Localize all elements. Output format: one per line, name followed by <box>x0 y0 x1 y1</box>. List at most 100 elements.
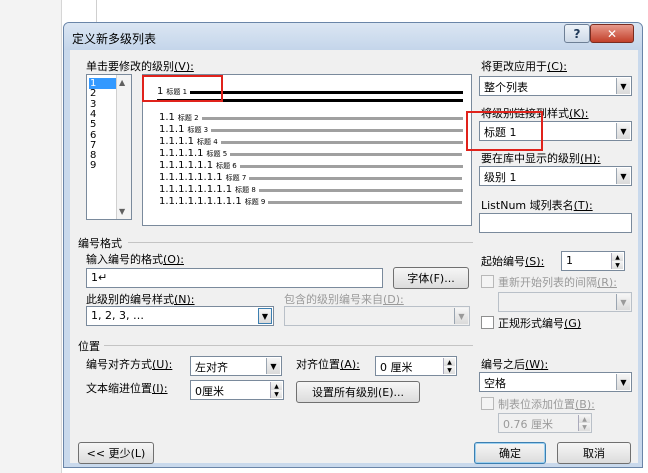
align-at-spinner[interactable]: 0 厘米 ▲ ▼ <box>375 356 457 376</box>
apply-to-select[interactable]: 整个列表 ▼ <box>479 76 632 96</box>
highlight-box-preview <box>142 75 223 102</box>
legal-numbering-label: 正规形式编号(G) <box>498 317 582 330</box>
restart-checkbox[interactable] <box>481 275 494 288</box>
tab-stop-checkbox[interactable] <box>481 397 494 410</box>
legal-numbering-checkbox[interactable] <box>481 316 494 329</box>
chevron-down-icon: ▼ <box>616 123 630 139</box>
preview-heading-text: 标题 5 <box>206 150 228 158</box>
listnum-input[interactable] <box>479 213 632 233</box>
restart-select[interactable]: ▼ <box>498 292 632 312</box>
spin-down-icon[interactable]: ▼ <box>578 423 590 431</box>
format-input[interactable]: 1↵ <box>86 268 383 288</box>
help-icon: ? <box>573 26 581 41</box>
indent-label: 文本缩进位置(I): <box>86 382 168 395</box>
chevron-down-icon: ▼ <box>258 308 272 324</box>
ok-button[interactable]: 确定 <box>474 442 546 464</box>
preview-number: 1.1.1 <box>159 124 185 135</box>
preview-row: 1.1.1 标题 3 <box>159 124 464 135</box>
preview-line <box>258 188 463 192</box>
spin-up-icon[interactable]: ▲ <box>443 358 455 366</box>
spin-up-icon[interactable]: ▲ <box>611 253 623 261</box>
spin-down-icon[interactable]: ▼ <box>611 261 623 269</box>
preview-heading-text: 标题 7 <box>225 174 247 182</box>
preview-heading-text: 标题 3 <box>187 126 209 134</box>
cancel-button[interactable]: 取消 <box>557 442 631 464</box>
start-at-spinner[interactable]: 1 ▲ ▼ <box>561 251 625 271</box>
preview-line <box>268 200 463 204</box>
include-level-label: 包含的级别编号来自(D): <box>284 293 404 306</box>
preview-number: 1.1.1.1.1.1.1 <box>159 172 223 183</box>
scroll-up-icon[interactable]: ▲ <box>119 78 125 87</box>
preview-heading-text: 标题 2 <box>177 114 199 122</box>
preview-number: 1.1.1.1.1 <box>159 148 204 159</box>
dialog-title: 定义新多级列表 <box>72 32 157 46</box>
font-button[interactable]: 字体(F)... <box>393 267 469 289</box>
preview-line <box>239 164 463 168</box>
set-all-levels-button[interactable]: 设置所有级别(E)... <box>296 381 420 403</box>
preview-number: 1.1 <box>159 112 175 123</box>
chevron-down-icon: ▼ <box>616 168 630 184</box>
preview-heading-text: 标题 6 <box>216 162 237 170</box>
position-group-label: 位置 <box>78 340 100 353</box>
align-at-label: 对齐位置(A): <box>296 358 360 371</box>
preview-row: 1.1.1.1.1.1.1.1.1 标题 9 <box>159 196 463 207</box>
spin-up-icon[interactable]: ▲ <box>270 382 282 390</box>
level-label: 单击要修改的级别(V): <box>86 60 194 73</box>
chevron-down-icon: ▼ <box>616 294 630 310</box>
highlight-box-style <box>466 111 543 151</box>
preview-line <box>220 140 463 144</box>
gallery-level-label: 要在库中显示的级别(H): <box>481 152 601 165</box>
close-icon: ✕ <box>606 26 618 41</box>
format-label: 输入编号的格式(O): <box>86 253 184 266</box>
restart-label: 重新开始列表的间隔(R): <box>498 276 617 289</box>
start-at-label: 起始编号(S): <box>481 255 545 268</box>
preview-number: 1.1.1.1.1.1.1.1 <box>159 184 233 195</box>
background-divider <box>96 0 97 22</box>
align-select[interactable]: 左对齐 ▼ <box>190 356 282 376</box>
preview-number: 1.1.1.1 <box>159 136 194 147</box>
background-left-panel <box>0 0 62 473</box>
chevron-down-icon: ▼ <box>616 78 630 94</box>
tab-stop-spinner[interactable]: 0.76 厘米 ▲ ▼ <box>498 413 592 433</box>
preview-row: 1.1.1.1.1.1 标题 6 <box>159 161 463 171</box>
gallery-level-select[interactable]: 级别 1 ▼ <box>479 166 632 186</box>
align-label: 编号对齐方式(U): <box>86 358 173 371</box>
preview-heading-text: 标题 9 <box>244 198 266 206</box>
indent-spinner[interactable]: 0厘米 ▲ ▼ <box>190 380 284 400</box>
help-button[interactable]: ? <box>564 24 590 43</box>
level-item[interactable]: 9 <box>89 160 119 171</box>
level-listbox[interactable]: 123456789 ▲ ▼ <box>86 74 132 220</box>
preview-heading-text: 标题 4 <box>197 138 218 146</box>
spin-down-icon[interactable]: ▼ <box>270 390 282 398</box>
preview-heading-text: 标题 8 <box>235 186 256 194</box>
preview-line <box>249 176 463 180</box>
preview-line <box>230 152 463 156</box>
number-format-divider <box>128 242 473 243</box>
preview-row: 1.1.1.1.1.1.1.1 标题 8 <box>159 185 463 195</box>
include-level-select[interactable]: ▼ <box>284 306 470 326</box>
chevron-down-icon: ▼ <box>266 358 280 374</box>
scroll-down-icon[interactable]: ▼ <box>119 207 125 216</box>
preview-number: 1.1.1.1.1.1.1.1.1 <box>159 196 242 207</box>
preview-row: 1.1 标题 2 <box>159 113 463 123</box>
level-scrollbar[interactable]: ▲ ▼ <box>116 75 131 219</box>
spin-up-icon[interactable]: ▲ <box>578 415 590 423</box>
preview-line <box>201 116 463 120</box>
number-style-label: 此级别的编号样式(N): <box>86 293 195 306</box>
close-button[interactable]: ✕ <box>590 24 634 43</box>
preview-row: 1.1.1.1 标题 4 <box>159 137 463 147</box>
preview-row: 1.1.1.1.1.1.1 标题 7 <box>159 172 463 183</box>
preview-number: 1.1.1.1.1.1 <box>159 160 214 171</box>
position-divider <box>104 345 473 346</box>
follow-number-select[interactable]: 空格 ▼ <box>479 372 632 392</box>
spin-down-icon[interactable]: ▼ <box>443 366 455 374</box>
listnum-label: ListNum 域列表名(T): <box>481 199 593 212</box>
chevron-down-icon: ▼ <box>454 308 468 324</box>
number-style-select[interactable]: 1, 2, 3, … ▼ <box>86 306 274 326</box>
less-button[interactable]: << 更少(L) <box>78 442 154 464</box>
chevron-down-icon: ▼ <box>616 374 630 390</box>
number-format-group-label: 编号格式 <box>78 237 122 250</box>
preview-row: 1.1.1.1.1 标题 5 <box>159 148 463 159</box>
tab-stop-label: 制表位添加位置(B): <box>498 398 595 411</box>
preview-line <box>190 90 464 94</box>
